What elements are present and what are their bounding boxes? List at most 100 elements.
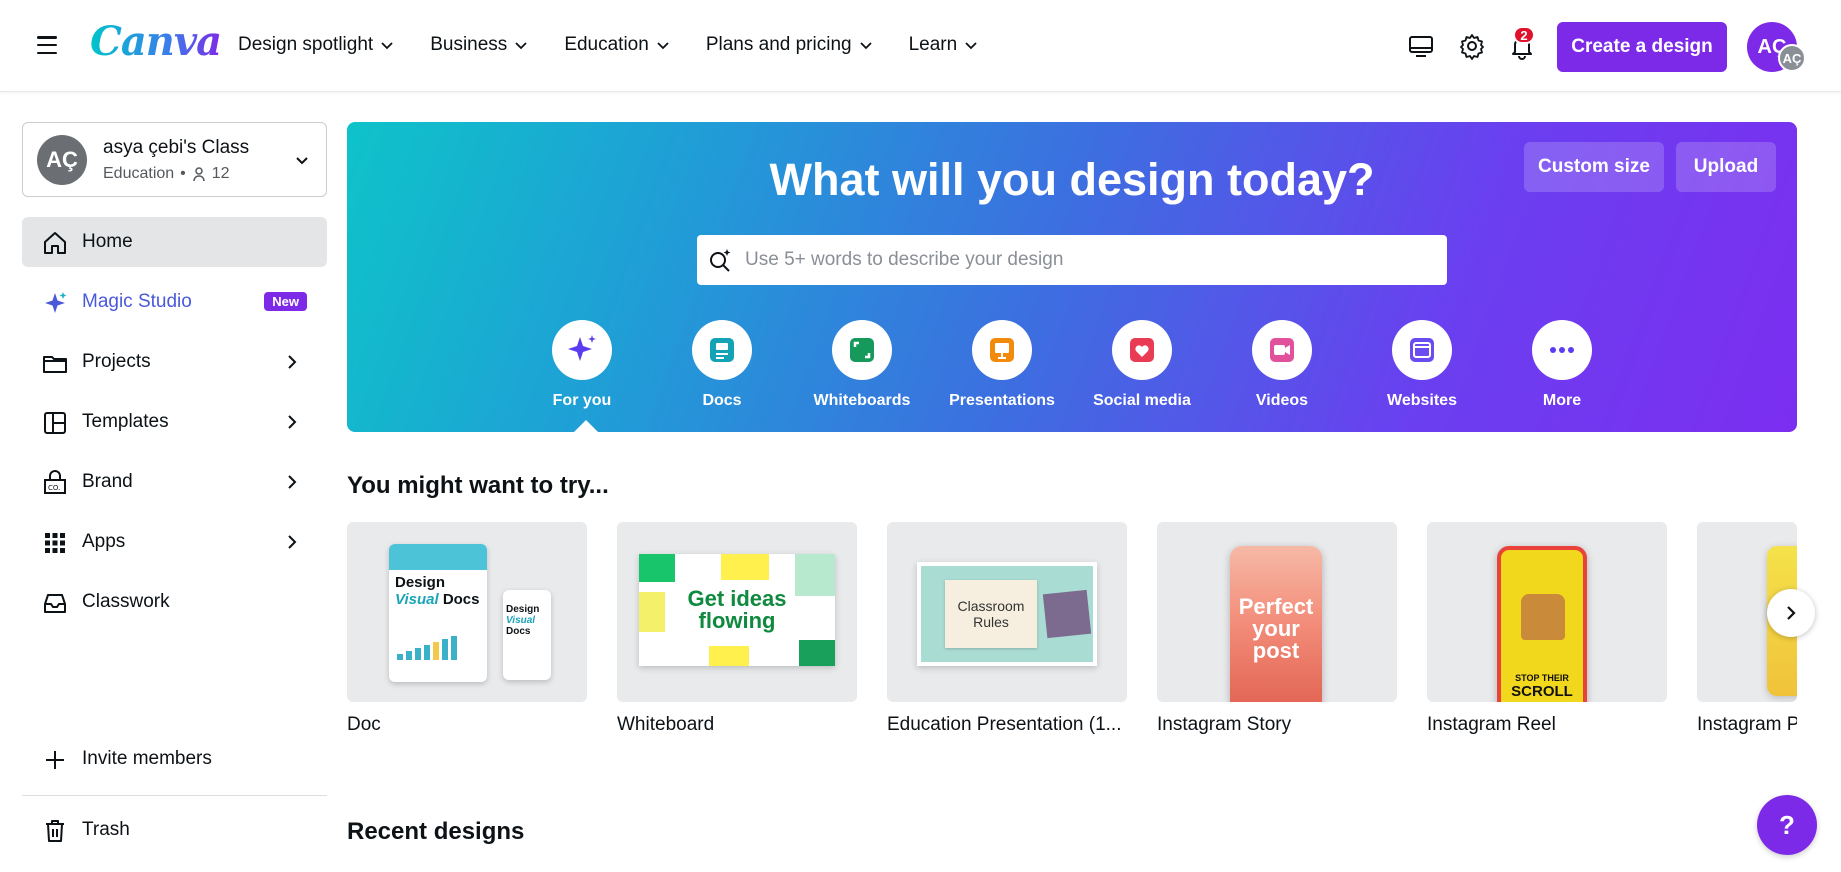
category-presentations[interactable]: Presentations (937, 320, 1067, 410)
try-card-doc[interactable]: Design Visual Docs Design Visual Docs Doc (347, 522, 587, 736)
design-search-bar[interactable] (697, 235, 1447, 285)
category-videos[interactable]: Videos (1217, 320, 1347, 410)
chevron-down-icon (381, 42, 393, 50)
settings-gear-icon[interactable] (1458, 32, 1486, 60)
thumb-text: Classroom (957, 598, 1025, 614)
help-button[interactable]: ? (1757, 795, 1817, 855)
category-docs[interactable]: Docs (657, 320, 787, 410)
recent-designs-title: Recent designs (347, 818, 525, 845)
new-badge: New (264, 292, 307, 311)
category-social-media[interactable]: Social media (1077, 320, 1207, 410)
category-circle (1532, 320, 1592, 380)
thumb-text: Design (395, 574, 446, 591)
category-circle (1392, 320, 1452, 380)
sidebar-item-magic-studio[interactable]: Magic Studio New (22, 277, 327, 327)
category-more[interactable]: More (1497, 320, 1627, 410)
team-switcher[interactable]: AÇ asya çebi's Class Education • 12 (22, 122, 327, 197)
canva-logo[interactable]: Canva (90, 18, 222, 65)
top-navigation-bar: Canva Design spotlight Business Educatio… (0, 0, 1841, 92)
sidebar-item-apps[interactable]: Apps (22, 517, 327, 567)
sidebar-item-trash[interactable]: Trash (22, 805, 327, 855)
nav-design-spotlight[interactable]: Design spotlight (238, 34, 394, 56)
sidebar-item-home[interactable]: Home (22, 217, 327, 267)
chevron-down-icon (515, 42, 527, 50)
sidebar-item-label: Classwork (82, 591, 170, 612)
category-for-you[interactable]: For you (517, 320, 647, 410)
sparkle-icon (568, 335, 596, 361)
sidebar-item-templates[interactable]: Templates (22, 397, 327, 447)
heart-icon (1130, 338, 1154, 362)
invite-members-button[interactable]: Invite members (22, 734, 327, 784)
try-card-whiteboard[interactable]: Get ideas flowing Whiteboard (617, 522, 857, 736)
category-label: Websites (1387, 392, 1457, 409)
desktop-app-icon[interactable] (1407, 32, 1435, 60)
try-card-education-presentation[interactable]: Classroom Rules Education Presentation (… (887, 522, 1127, 736)
video-icon (1270, 338, 1294, 362)
category-websites[interactable]: Websites (1357, 320, 1487, 410)
category-label: More (1542, 392, 1582, 409)
custom-size-button[interactable]: Custom size (1524, 142, 1664, 192)
category-label: Presentations (949, 392, 1055, 409)
nav-education[interactable]: Education (564, 34, 670, 56)
thumb-text: SCROLL (1511, 683, 1573, 700)
nav-learn[interactable]: Learn (909, 34, 979, 56)
category-whiteboards[interactable]: Whiteboards (797, 320, 927, 410)
chevron-down-icon (859, 42, 872, 50)
team-avatar: AÇ (37, 135, 87, 185)
card-thumbnail: Perfect your post (1157, 522, 1397, 702)
sidebar-item-brand[interactable]: CO. Brand (22, 457, 327, 507)
trash-icon (46, 820, 64, 842)
chevron-down-icon (296, 157, 308, 165)
category-label: Social media (1093, 392, 1191, 409)
team-meta: Education • 12 (103, 165, 230, 183)
card-label: Whiteboard (617, 714, 715, 735)
sidebar-item-label: Projects (82, 351, 151, 372)
doc-icon (710, 338, 734, 362)
chevron-right-icon (288, 355, 297, 369)
team-name: asya çebi's Class (103, 137, 250, 158)
card-label: Instagram Reel (1427, 714, 1556, 735)
try-card-instagram-story[interactable]: Perfect your post Instagram Story (1157, 522, 1397, 736)
chevron-right-icon (288, 535, 297, 549)
category-label: Videos (1255, 392, 1309, 409)
category-circle (1112, 320, 1172, 380)
website-icon (1410, 338, 1434, 362)
card-thumbnail: STOP THEIR SCROLL (1427, 522, 1667, 702)
create-design-button[interactable]: Create a design (1557, 22, 1727, 72)
thumb-text: Visual (395, 591, 439, 608)
sidebar-item-classwork[interactable]: Classwork (22, 577, 327, 627)
plus-icon (46, 751, 64, 769)
category-label: Docs (702, 392, 742, 409)
search-input[interactable] (745, 235, 1435, 285)
chevron-right-icon (1787, 606, 1796, 620)
card-label: Doc (347, 714, 381, 735)
folder-icon (43, 356, 67, 373)
selected-category-caret (574, 420, 598, 432)
more-icon (1550, 347, 1574, 353)
thumb-text: flowing (698, 608, 776, 633)
sidebar-item-projects[interactable]: Projects (22, 337, 327, 387)
nav-business[interactable]: Business (430, 34, 528, 56)
sidebar-item-label: Brand (82, 471, 133, 492)
nav-plans-pricing[interactable]: Plans and pricing (706, 34, 873, 56)
person-icon (193, 167, 205, 182)
card-thumbnail: Get ideas flowing (617, 522, 857, 702)
card-label: Instagram Story (1157, 714, 1292, 735)
sparkle-icon (45, 292, 67, 313)
invite-members-label: Invite members (82, 748, 212, 769)
carousel-next-button[interactable] (1767, 589, 1815, 637)
upload-button[interactable]: Upload (1676, 142, 1776, 192)
home-icon (44, 232, 66, 254)
thumb-text: post (1252, 638, 1300, 663)
category-label: For you (552, 392, 612, 409)
category-circle (1252, 320, 1312, 380)
nav-label: Plans and pricing (705, 34, 852, 55)
category-circle (692, 320, 752, 380)
main-nav: Design spotlight Business Education Plan… (238, 34, 1014, 56)
sidebar-item-label: Templates (82, 411, 169, 432)
team-avatar-mini: AÇ (1778, 44, 1806, 72)
category-circle (972, 320, 1032, 380)
menu-hamburger-icon[interactable] (34, 32, 60, 58)
sidebar-item-label: Apps (82, 531, 126, 552)
try-card-instagram-reel[interactable]: STOP THEIR SCROLL Instagram Reel (1427, 522, 1667, 736)
